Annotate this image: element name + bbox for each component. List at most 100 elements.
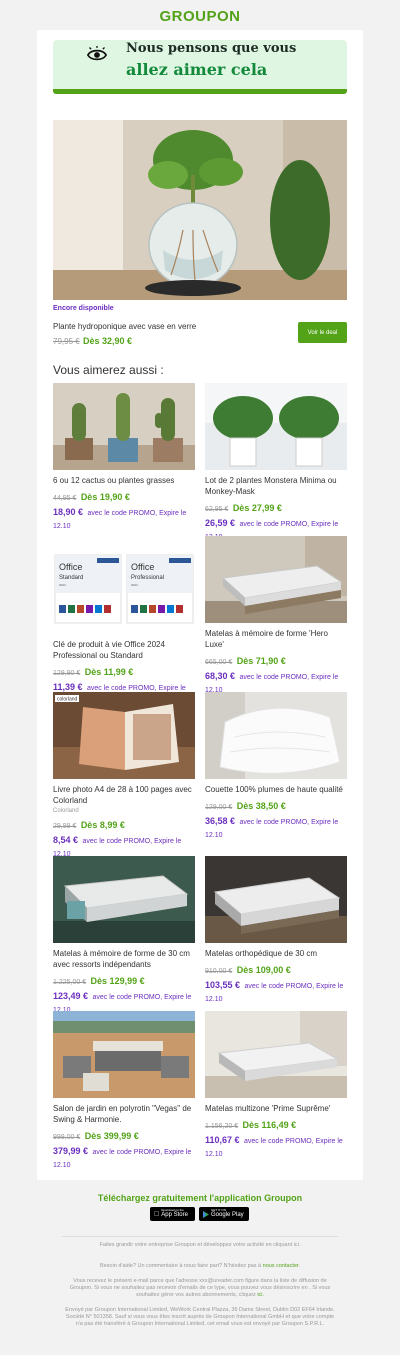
deal-price: Dès 109,00 € [236, 965, 291, 975]
help-prefix: Besoin d'aide? Un commentaire à nous fai… [100, 1263, 262, 1269]
deal-title[interactable]: Matelas à mémoire de forme 'Hero Luxe' [205, 628, 347, 650]
hero-deal-image[interactable] [53, 120, 347, 300]
deal-image[interactable] [53, 1011, 195, 1098]
deal-price: Dès 8,99 € [80, 820, 125, 830]
deal-card[interactable]: Matelas orthopédique de 30 cm 910,00 € D… [205, 856, 347, 1005]
footer-divider [62, 1236, 338, 1237]
app-store-button[interactable]:  Download on the App Store [150, 1207, 195, 1221]
deal-card[interactable]: Office Standard 2024 Office Professional… [53, 547, 195, 707]
merchant-name: Colorland [53, 808, 79, 814]
promo-price: 379,99 € [53, 1146, 89, 1156]
banner-heading-line1: Nous pensons que vous [126, 41, 297, 56]
deal-card[interactable]: Matelas à mémoire de forme de 30 cm avec… [53, 856, 195, 1016]
google-play-big: Google Play [211, 1212, 244, 1218]
deal-prices: 1.225,00 € Dès 129,99 € [53, 974, 195, 988]
old-price: 1.225,00 € [53, 979, 87, 986]
deal-prices: 62,95 € Dès 27,99 € [205, 501, 347, 515]
promo-price: 103,55 € [205, 980, 241, 990]
deal-title[interactable]: Livre photo A4 de 28 à 100 pages avec Co… [53, 784, 195, 806]
promo-price: 123,49 € [53, 991, 89, 1001]
promo-price: 36,58 € [205, 816, 236, 826]
deal-card[interactable]: Matelas à mémoire de forme 'Hero Luxe' 6… [205, 536, 347, 696]
promo-line: 110,67 € avec le code PROMO, Expire le 1… [205, 1134, 347, 1160]
deal-title[interactable]: Matelas multizone 'Prime Suprême' [205, 1103, 347, 1114]
deal-title[interactable]: Matelas orthopédique de 30 cm [205, 948, 347, 959]
deal-title[interactable]: Salon de jardin en polyrotin "Vegas" de … [53, 1103, 195, 1125]
deal-image[interactable] [205, 383, 347, 470]
deal-image[interactable] [53, 383, 195, 470]
deal-price: Dès 19,90 € [80, 492, 130, 502]
hero-deal-price: Dès 32,90 € [83, 336, 133, 346]
deal-prices: 44,95 € Dès 19,90 € [53, 490, 195, 504]
deal-card[interactable]: Lot de 2 plantes Monstera Minima ou Monk… [205, 383, 347, 543]
promo-line: 379,99 € avec le code PROMO, Expire le 1… [53, 1145, 195, 1171]
email-card: Nous pensons que vous allez aimer cela E… [37, 30, 363, 1180]
deal-prices: 129,90 € Dès 11,99 € [53, 665, 195, 679]
deal-image[interactable] [205, 692, 347, 779]
sender-legal-text: Envoyé par Groupon International Limited… [65, 1307, 335, 1327]
subscription-legal-text: Vous recevez le présent e-mail parce que… [62, 1278, 338, 1299]
promo-price: 68,30 € [205, 671, 236, 681]
deal-card[interactable]: colorland Livre photo A4 de 28 à 100 pag… [53, 692, 195, 860]
deal-price: Dès 116,49 € [242, 1120, 297, 1130]
deal-price: Dès 399,99 € [84, 1131, 139, 1141]
deal-prices: 999,00 € Dès 399,99 € [53, 1129, 195, 1143]
help-text: Besoin d'aide? Un commentaire à nous fai… [62, 1263, 338, 1270]
deal-prices: 1.156,20 € Dès 116,49 € [205, 1118, 347, 1132]
deal-image[interactable] [205, 856, 347, 943]
deal-price: Dès 38,50 € [236, 801, 286, 811]
legal-suffix: . [262, 1292, 265, 1298]
deal-prices: 29,99 € Dès 8,99 € [53, 818, 195, 832]
deal-image[interactable] [53, 856, 195, 943]
old-price: 999,00 € [53, 1134, 81, 1141]
office-name-left: Office [59, 562, 82, 572]
deal-image[interactable]: colorland [53, 692, 195, 779]
google-play-icon [203, 1210, 209, 1218]
promo-price: 8,54 € [53, 835, 79, 845]
contact-link[interactable]: nous contacter [263, 1263, 299, 1269]
deal-image[interactable] [205, 1011, 347, 1098]
google-play-button[interactable]: GET IT ON Google Play [199, 1207, 249, 1221]
office-name-right: Office [131, 562, 154, 572]
deal-image[interactable] [205, 536, 347, 623]
deal-image[interactable]: Office Standard 2024 Office Professional… [53, 547, 195, 634]
availability-tag: Encore disponible [53, 305, 114, 312]
promo-line: 18,90 € avec le code PROMO, Expire le 12… [53, 506, 195, 532]
hero-deal-title[interactable]: Plante hydroponique avec vase en verre [53, 322, 196, 331]
old-price: 129,90 € [53, 670, 81, 677]
deal-card[interactable]: Salon de jardin en polyrotin "Vegas" de … [53, 1011, 195, 1171]
promo-price: 26,59 € [205, 518, 236, 528]
deal-price: Dès 129,99 € [90, 976, 145, 986]
deal-prices: 910,00 € Dès 109,00 € [205, 963, 347, 977]
deal-prices: 665,00 € Dès 71,90 € [205, 654, 347, 668]
promo-price: 18,90 € [53, 507, 84, 517]
app-store-big: App Store [156, 1212, 188, 1218]
deal-prices: 129,00 € Dès 38,50 € [205, 799, 347, 813]
app-download-title: Téléchargez gratuitement l'application G… [97, 1193, 303, 1203]
eye-icon [87, 46, 107, 61]
deal-price: Dès 27,99 € [232, 503, 282, 513]
promo-price: 11,39 € [53, 682, 83, 692]
office-year-right: 2024 [131, 583, 138, 587]
deal-title[interactable]: Matelas à mémoire de forme de 30 cm avec… [53, 948, 195, 970]
groupon-logo[interactable]: GROUPON [0, 8, 400, 25]
apple-icon:  [154, 1211, 159, 1218]
deal-card[interactable]: Matelas multizone 'Prime Suprême' 1.156,… [205, 1011, 347, 1160]
deal-card[interactable]: Couette 100% plumes de haute qualité 129… [205, 692, 347, 841]
banner-accent-bar [53, 89, 347, 94]
section-title: Vous aimerez aussi : [53, 363, 164, 377]
old-price: 29,99 € [53, 823, 77, 830]
deal-card[interactable]: 6 ou 12 cactus ou plantes grasses 44,95 … [53, 383, 195, 532]
business-link-text[interactable]: Faites grandir votre entreprise Groupon … [62, 1242, 338, 1249]
old-price: 129,00 € [205, 804, 233, 811]
old-price: 910,00 € [205, 968, 233, 975]
deal-title[interactable]: Lot de 2 plantes Monstera Minima ou Monk… [205, 475, 347, 497]
deal-price: Dès 71,90 € [236, 656, 286, 666]
banner-heading-line2: allez aimer cela [126, 60, 268, 79]
view-deal-button[interactable]: Voir le deal [298, 322, 347, 343]
deal-title[interactable]: 6 ou 12 cactus ou plantes grasses [53, 475, 195, 486]
help-suffix: . [298, 1263, 300, 1269]
deal-title[interactable]: Couette 100% plumes de haute qualité [205, 784, 347, 795]
promo-line: 103,55 € avec le code PROMO, Expire le 1… [205, 979, 347, 1005]
deal-title[interactable]: Clé de produit à vie Office 2024 Profess… [53, 639, 195, 661]
